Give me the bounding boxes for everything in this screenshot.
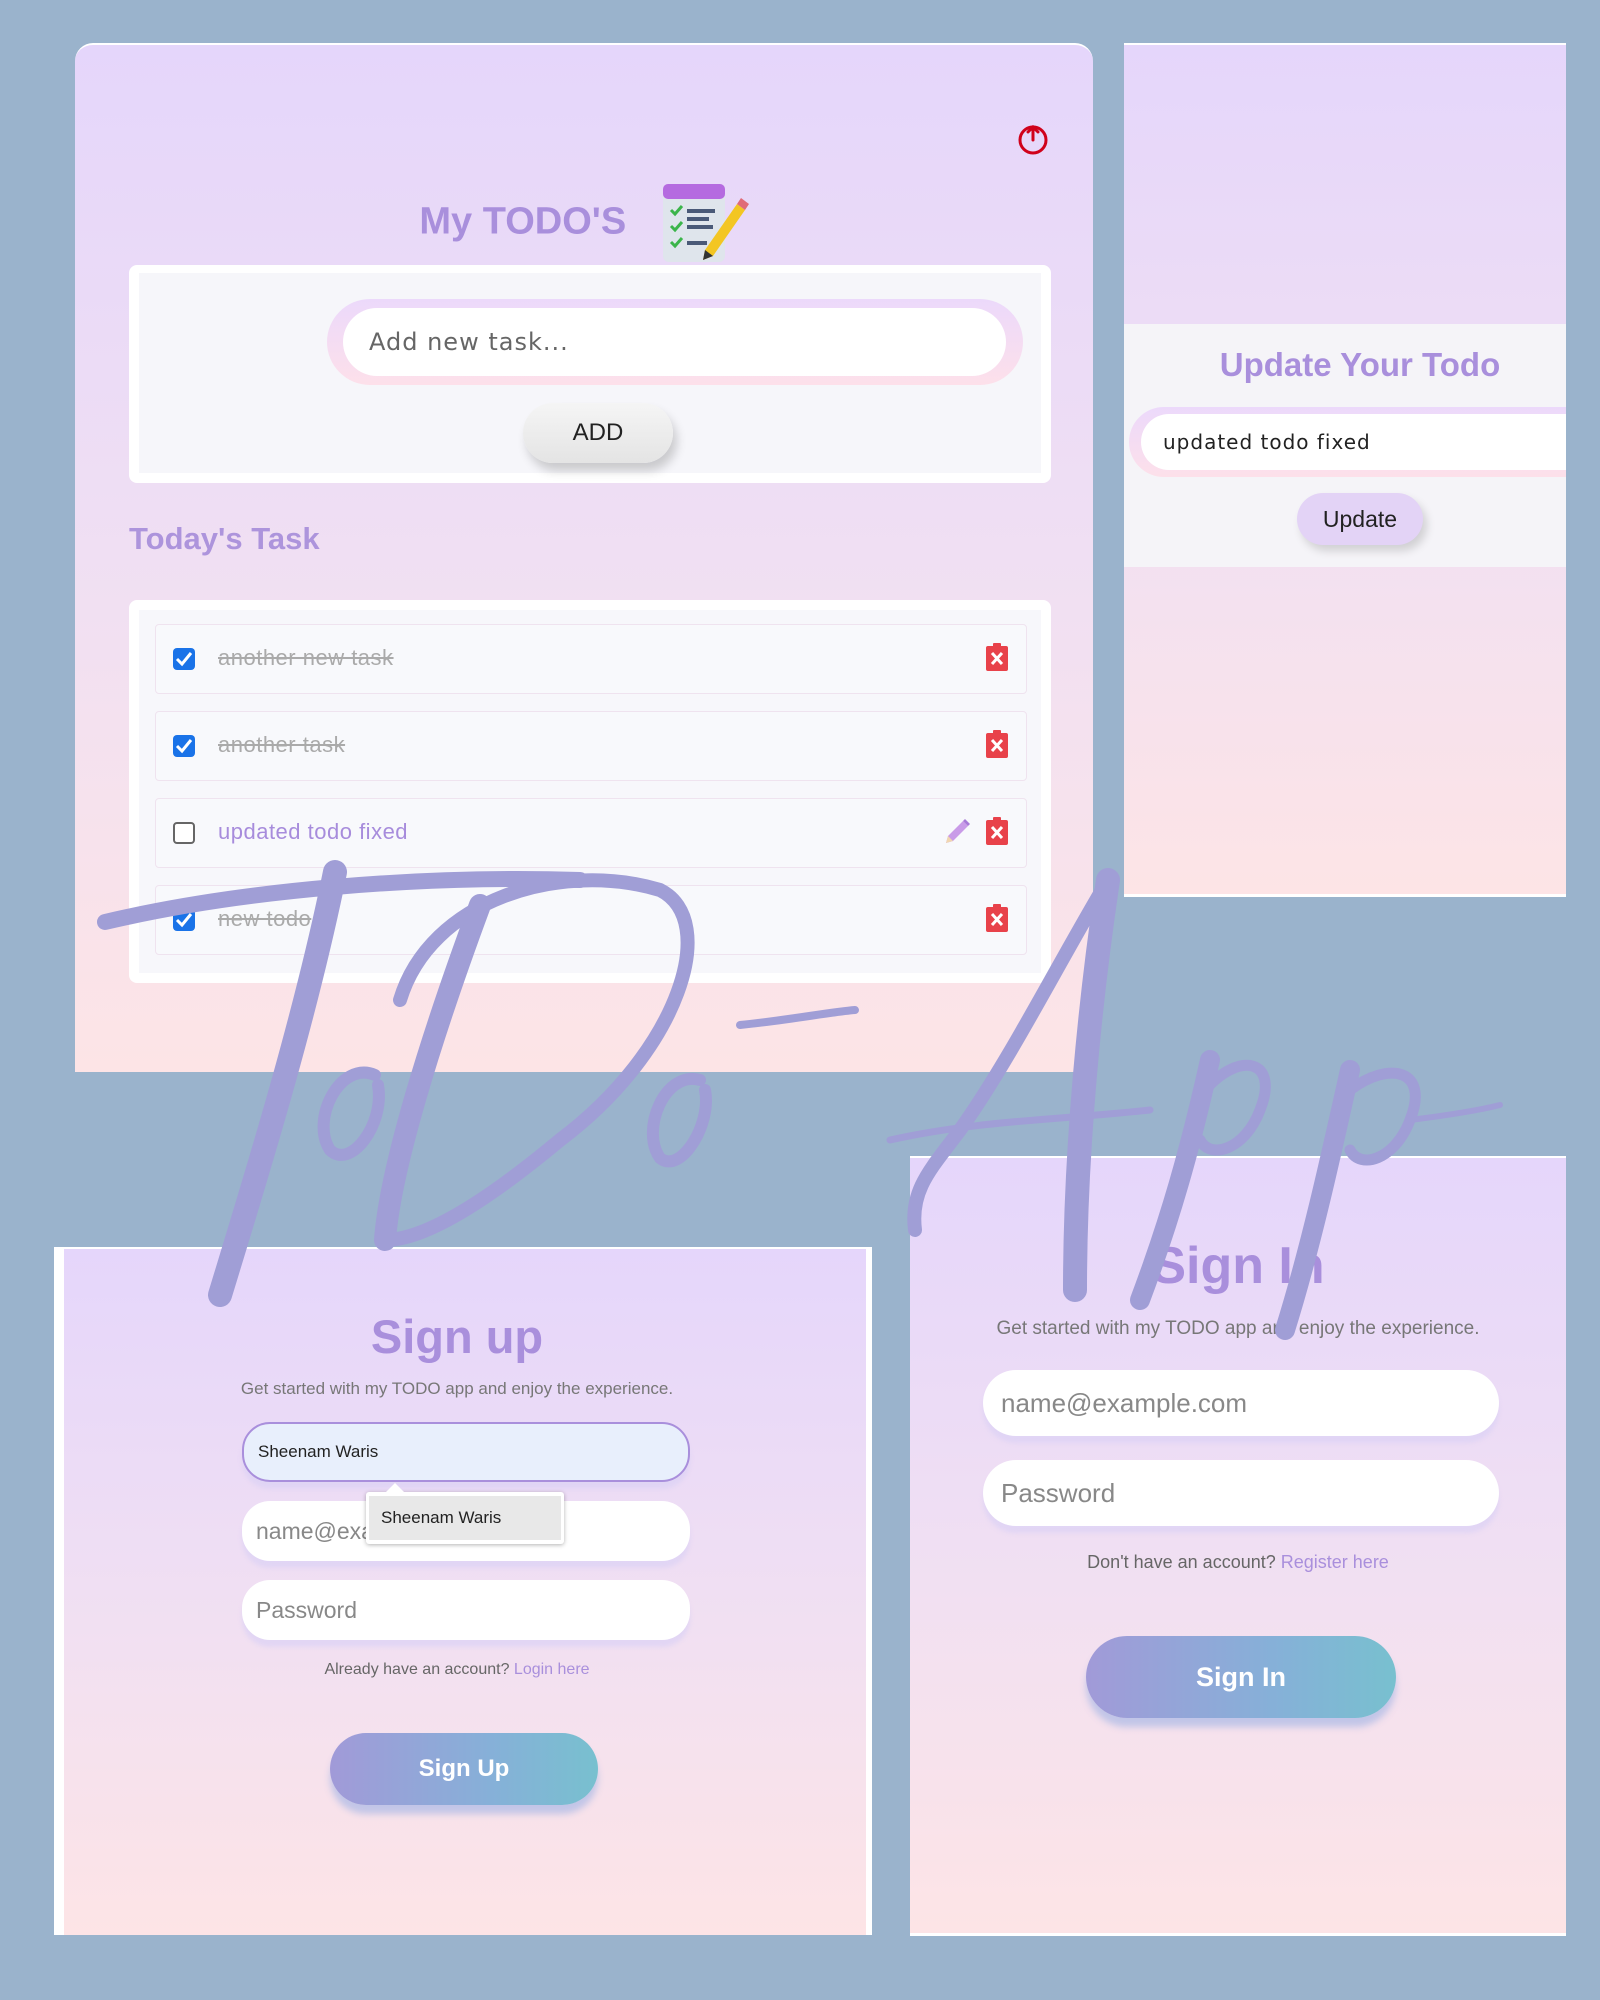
name-field[interactable] <box>242 1422 690 1482</box>
signin-password-field[interactable] <box>983 1460 1499 1526</box>
task-checkbox[interactable] <box>173 822 195 844</box>
section-title: Today's Task <box>129 521 320 556</box>
task-checkbox[interactable] <box>173 735 195 757</box>
add-task-inner: ADD <box>139 273 1041 473</box>
add-button[interactable]: ADD <box>523 403 673 463</box>
delete-icon[interactable] <box>985 729 1009 759</box>
update-button[interactable]: Update <box>1297 493 1423 545</box>
task-input-frame <box>327 299 1023 385</box>
power-icon[interactable] <box>1015 121 1051 157</box>
task-row: another task <box>155 711 1027 781</box>
signup-panel: Sign up Get started with my TODO app and… <box>54 1247 872 1935</box>
pencil-icon[interactable] <box>942 817 972 847</box>
register-link[interactable]: Register here <box>1281 1552 1389 1572</box>
login-prompt: Already have an account? <box>324 1661 510 1678</box>
signup-subtitle: Get started with my TODO app and enjoy t… <box>240 1379 674 1398</box>
task-row: updated todo fixed <box>155 798 1027 868</box>
delete-icon[interactable] <box>985 903 1009 933</box>
app-title: My TODO'S <box>75 178 1093 266</box>
task-row: another new task <box>155 624 1027 694</box>
signup-button[interactable]: Sign Up <box>330 1733 598 1805</box>
todo-panel: My TODO'S ADD Today's Task <box>75 43 1093 1072</box>
password-field[interactable] <box>242 1580 690 1640</box>
task-checkbox[interactable] <box>173 909 195 931</box>
login-prompt-line: Already have an account? Login here <box>64 1661 858 1679</box>
notepad-icon <box>662 184 749 262</box>
task-text: another task <box>218 732 346 757</box>
task-list: another new task another task updated to… <box>139 610 1041 973</box>
login-link[interactable]: Login here <box>514 1661 590 1678</box>
update-input-frame <box>1129 407 1566 477</box>
signin-email-field[interactable] <box>983 1370 1499 1436</box>
add-task-card: ADD <box>129 265 1051 483</box>
signin-title: Sign In <box>1151 1237 1325 1295</box>
register-prompt: Don't have an account? <box>1087 1552 1276 1572</box>
signin-subtitle: Get started with my TODO app and enjoy t… <box>996 1318 1480 1339</box>
task-text: another new task <box>218 645 394 670</box>
autofill-option[interactable]: Sheenam Waris <box>369 1496 561 1540</box>
new-task-input[interactable] <box>343 308 1006 376</box>
signin-button[interactable]: Sign In <box>1086 1636 1396 1718</box>
update-title: Update Your Todo <box>1219 346 1501 383</box>
register-prompt-line: Don't have an account? Register here <box>910 1552 1566 1573</box>
task-row: new todo <box>155 885 1027 955</box>
task-text: updated todo fixed <box>218 819 409 844</box>
signin-panel: Sign In Get started with my TODO app and… <box>910 1156 1566 1936</box>
signup-title: Sign up <box>370 1310 544 1363</box>
delete-icon[interactable] <box>985 642 1009 672</box>
delete-icon[interactable] <box>985 816 1009 846</box>
task-checkbox[interactable] <box>173 648 195 670</box>
app-title-text: My TODO'S <box>419 200 627 243</box>
task-list-card: another new task another task updated to… <box>129 600 1051 983</box>
update-input[interactable] <box>1141 414 1566 470</box>
task-text: new todo <box>218 906 312 931</box>
update-panel: Update Your Todo Update <box>1124 43 1566 897</box>
autofill-dropdown: Sheenam Waris <box>366 1483 564 1544</box>
